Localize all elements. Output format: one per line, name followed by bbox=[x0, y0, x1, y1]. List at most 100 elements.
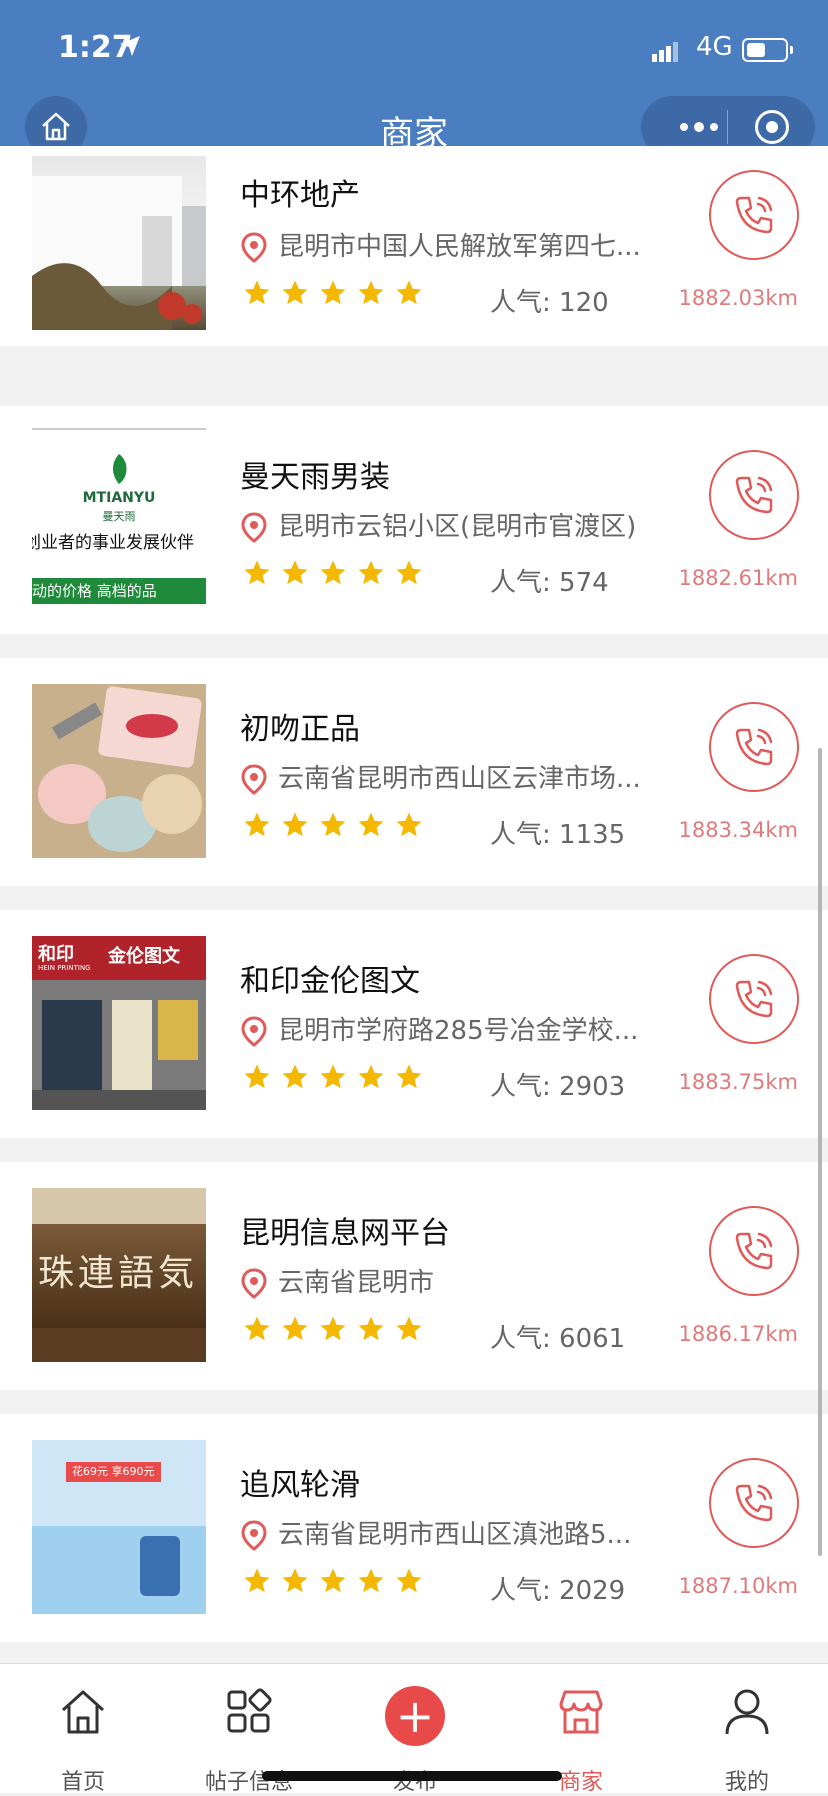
merchant-thumbnail bbox=[32, 684, 206, 858]
more-button[interactable] bbox=[669, 112, 729, 142]
star-icon bbox=[358, 280, 384, 305]
star-icon bbox=[358, 1568, 384, 1593]
merchant-thumbnail: 珠連語気 bbox=[32, 1188, 206, 1362]
user-icon bbox=[725, 1689, 769, 1735]
battery-icon bbox=[742, 38, 793, 62]
star-icon bbox=[320, 280, 346, 305]
location-pin-icon bbox=[241, 763, 267, 795]
distance: 1883.34km bbox=[678, 818, 798, 842]
popularity: 人气: 120 bbox=[490, 288, 609, 318]
phone-icon bbox=[735, 980, 773, 1018]
merchant-name: 中环地产 bbox=[240, 178, 360, 213]
location-arrow-icon bbox=[120, 36, 140, 56]
merchant-address: 云南省昆明市西山区滇池路5... bbox=[240, 1514, 680, 1552]
rating-stars bbox=[242, 1062, 432, 1092]
star-icon bbox=[282, 560, 308, 585]
popularity: 人气: 2029 bbox=[490, 1576, 626, 1606]
merchant-card[interactable]: 初吻正品 云南省昆明市西山区云津市场... 人气: 1135 1883.34km bbox=[0, 658, 828, 886]
star-icon bbox=[282, 1064, 308, 1089]
popularity: 人气: 574 bbox=[490, 568, 609, 598]
star-icon bbox=[396, 560, 422, 585]
call-button[interactable] bbox=[709, 954, 799, 1044]
star-icon bbox=[320, 560, 346, 585]
merchant-card[interactable]: 中环地产 昆明市中国人民解放军第四七... 人气: 120 1882.03km bbox=[0, 146, 828, 346]
star-icon bbox=[396, 812, 422, 837]
home-icon bbox=[61, 1690, 105, 1734]
merchant-card[interactable]: MTIANYU 曼天雨 创业者的事业发展伙伴 动的价格 高档的品 曼天雨男装 昆… bbox=[0, 406, 828, 634]
rating-stars bbox=[242, 1314, 432, 1344]
star-icon bbox=[282, 280, 308, 305]
merchant-thumbnail: MTIANYU 曼天雨 创业者的事业发展伙伴 动的价格 高档的品 bbox=[32, 428, 206, 604]
star-icon bbox=[244, 1568, 270, 1593]
location-pin-icon bbox=[241, 1519, 267, 1551]
star-icon bbox=[320, 1316, 346, 1341]
distance: 1882.61km bbox=[678, 566, 798, 590]
popularity: 人气: 2903 bbox=[490, 1072, 626, 1102]
merchant-address: 昆明市中国人民解放军第四七... bbox=[240, 226, 680, 264]
call-button[interactable] bbox=[709, 450, 799, 540]
close-target-icon[interactable] bbox=[755, 110, 789, 144]
distance: 1886.17km bbox=[678, 1322, 798, 1346]
merchant-address: 昆明市学府路285号冶金学校... bbox=[240, 1010, 680, 1048]
network-label: 4G bbox=[696, 32, 733, 62]
popularity: 人气: 6061 bbox=[490, 1324, 626, 1354]
rating-stars bbox=[242, 558, 432, 588]
star-icon bbox=[282, 1568, 308, 1593]
call-button[interactable] bbox=[709, 702, 799, 792]
star-icon bbox=[396, 1064, 422, 1089]
signal-icon bbox=[652, 42, 680, 62]
merchant-name: 曼天雨男装 bbox=[240, 460, 390, 495]
star-icon bbox=[396, 280, 422, 305]
tab-label: 首页 bbox=[60, 1770, 105, 1795]
merchant-thumbnail bbox=[32, 156, 206, 330]
star-icon bbox=[244, 812, 270, 837]
star-icon bbox=[320, 1568, 346, 1593]
merchant-name: 初吻正品 bbox=[240, 712, 360, 747]
merchant-card[interactable]: 和印 HEIN PRINTING 金伦图文 和印金伦图文 昆明市学府路285号冶… bbox=[0, 910, 828, 1138]
merchant-thumbnail: 和印 HEIN PRINTING 金伦图文 bbox=[32, 936, 206, 1110]
tab-mine[interactable]: 我的 bbox=[664, 1664, 828, 1795]
phone-icon bbox=[735, 476, 773, 514]
call-button[interactable] bbox=[709, 1206, 799, 1296]
star-icon bbox=[244, 560, 270, 585]
star-icon bbox=[244, 1064, 270, 1089]
scrollbar[interactable] bbox=[818, 748, 822, 1556]
phone-icon bbox=[735, 1484, 773, 1522]
call-button[interactable] bbox=[709, 170, 799, 260]
merchant-name: 和印金伦图文 bbox=[240, 964, 420, 999]
merchant-address: 昆明市云铝小区(昆明市官渡区) bbox=[240, 506, 680, 544]
tab-home[interactable]: 首页 bbox=[0, 1664, 166, 1795]
distance: 1887.10km bbox=[678, 1574, 798, 1598]
rating-stars bbox=[242, 278, 432, 308]
merchant-card[interactable]: 珠連語気 昆明信息网平台 云南省昆明市 人气: 6061 1886.17km bbox=[0, 1162, 828, 1390]
home-indicator bbox=[262, 1771, 562, 1781]
star-icon bbox=[358, 560, 384, 585]
location-pin-icon bbox=[241, 511, 267, 543]
merchant-address: 云南省昆明市西山区云津市场... bbox=[240, 758, 680, 796]
star-icon bbox=[396, 1316, 422, 1341]
status-bar: 1:27 4G bbox=[0, 24, 828, 74]
call-button[interactable] bbox=[709, 1458, 799, 1548]
star-icon bbox=[244, 280, 270, 305]
location-pin-icon bbox=[241, 231, 267, 263]
star-icon bbox=[358, 1064, 384, 1089]
tab-label: 我的 bbox=[724, 1770, 769, 1795]
location-pin-icon bbox=[241, 1267, 267, 1299]
leaf-logo-icon bbox=[112, 454, 127, 484]
store-icon bbox=[559, 1690, 603, 1734]
merchant-thumbnail: 花69元 享690元 bbox=[32, 1440, 206, 1614]
merchant-name: 追风轮滑 bbox=[240, 1468, 360, 1503]
phone-icon bbox=[735, 728, 773, 766]
merchant-name: 昆明信息网平台 bbox=[240, 1216, 450, 1251]
distance: 1883.75km bbox=[678, 1070, 798, 1094]
merchant-card[interactable]: 花69元 享690元 追风轮滑 云南省昆明市西山区滇池路5... 人气: 202… bbox=[0, 1414, 828, 1642]
grid-icon bbox=[227, 1688, 272, 1733]
location-pin-icon bbox=[241, 1015, 267, 1047]
plus-icon: + bbox=[385, 1686, 445, 1746]
star-icon bbox=[396, 1568, 422, 1593]
star-icon bbox=[320, 1064, 346, 1089]
rating-stars bbox=[242, 1566, 432, 1596]
star-icon bbox=[282, 1316, 308, 1341]
merchant-address: 云南省昆明市 bbox=[240, 1262, 680, 1300]
star-icon bbox=[244, 1316, 270, 1341]
